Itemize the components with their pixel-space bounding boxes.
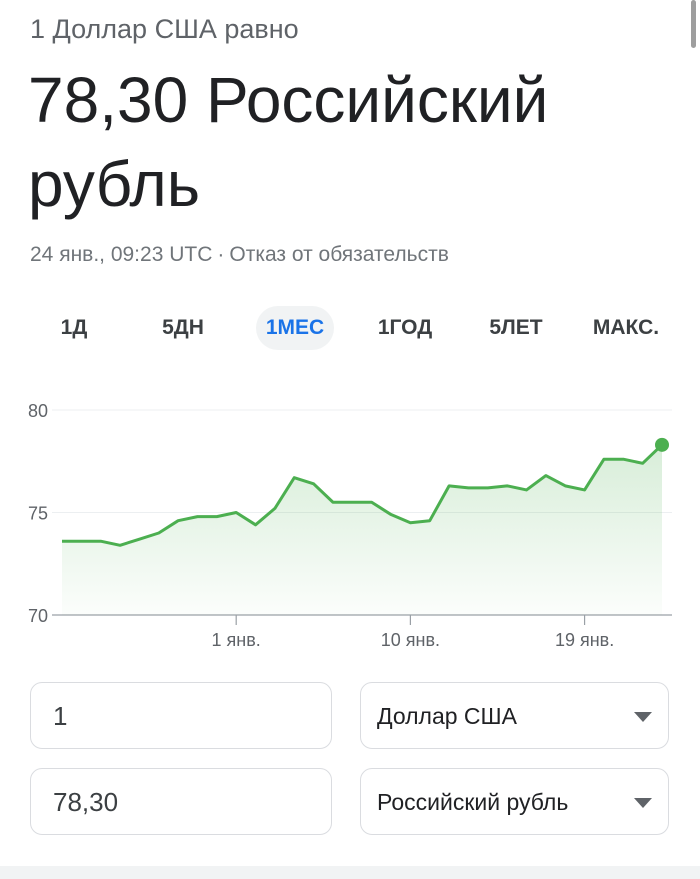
from-currency-select[interactable]: Доллар США <box>360 682 669 749</box>
tab-1m[interactable]: 1МЕС <box>256 306 334 350</box>
disclaimer-link[interactable]: Отказ от обязательств <box>229 243 448 266</box>
to-currency-select[interactable]: Российский рубль <box>360 768 669 835</box>
current-value-point <box>655 437 669 452</box>
series-area <box>62 444 662 615</box>
conversion-subtitle: 1 Доллар США равно <box>30 14 299 44</box>
x-tick-label: 1 янв. <box>212 630 261 650</box>
y-tick-label: 70 <box>28 606 48 626</box>
from-amount-value: 1 <box>53 701 68 731</box>
x-tick-label: 19 янв. <box>555 630 614 650</box>
y-tick-label: 75 <box>28 504 48 524</box>
range-tabs: 1Д 5ДН 1МЕС 1ГОД 5ЛЕТ МАКС. <box>0 306 700 350</box>
to-amount-value: 78,30 <box>53 787 119 817</box>
conversion-result: 78,30 Российский рубль <box>28 64 549 220</box>
timestamp-line: 24 янв., 09:23 UTC · Отказ от обязательств <box>30 243 449 267</box>
exchange-rate-chart[interactable]: 80 75 70 1 янв. 10 янв. 19 янв. <box>0 390 700 660</box>
tab-5y[interactable]: 5ЛЕТ <box>480 306 552 350</box>
tab-1d[interactable]: 1Д <box>52 306 96 350</box>
tab-1y[interactable]: 1ГОД <box>366 306 444 350</box>
x-tick-label: 10 янв. <box>381 630 440 650</box>
from-currency-label: Доллар США <box>377 703 517 729</box>
chevron-down-icon <box>634 712 652 722</box>
bottom-divider <box>0 866 700 879</box>
from-amount-input[interactable]: 1 <box>30 682 332 749</box>
timestamp: 24 янв., 09:23 UTC <box>30 243 213 266</box>
to-amount-input[interactable]: 78,30 <box>30 768 332 835</box>
tab-5d[interactable]: 5ДН <box>150 306 216 350</box>
to-currency-label: Российский рубль <box>377 789 569 815</box>
separator: · <box>217 243 225 266</box>
y-tick-label: 80 <box>28 401 48 421</box>
chevron-down-icon <box>634 798 652 808</box>
tab-max[interactable]: МАКС. <box>586 306 666 350</box>
scrollbar[interactable] <box>691 0 696 48</box>
